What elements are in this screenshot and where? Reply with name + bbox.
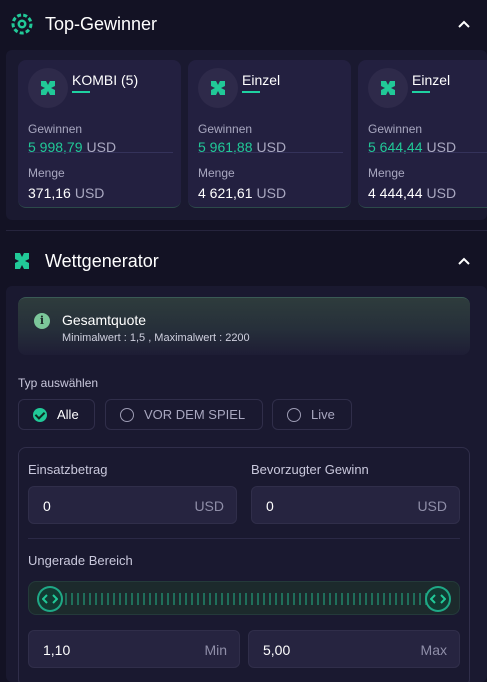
stake-currency: USD <box>426 185 457 201</box>
arrows-left-right-icon <box>430 594 446 604</box>
type-select-label: Typ auswählen <box>18 376 99 390</box>
card-divider <box>198 152 343 153</box>
stake-input-unit: USD <box>194 498 224 514</box>
type-option-live[interactable]: Live <box>272 399 352 430</box>
stake-label: Menge <box>368 166 405 180</box>
chevron-up-icon[interactable] <box>457 17 471 31</box>
stake-field-label: Einsatzbetrag <box>28 462 108 477</box>
section-divider <box>6 230 487 231</box>
bet-generator-title: Wettgenerator <box>45 250 159 271</box>
win-label: Gewinnen <box>368 122 423 136</box>
stake-currency: USD <box>74 185 105 201</box>
bet-logo-icon <box>198 68 238 108</box>
stake-label: Menge <box>28 166 65 180</box>
slider-handle-min[interactable] <box>37 586 63 612</box>
slider-track <box>59 593 429 605</box>
total-odds-range: Minimalwert : 1,5 , Maximalwert : 2200 <box>62 332 250 344</box>
winner-bet-type: Einzel <box>412 72 451 88</box>
radio-icon <box>287 407 301 422</box>
type-option-label: Live <box>311 407 335 422</box>
generator-logo-icon <box>15 253 29 269</box>
winner-card[interactable]: Einzel Gewinnen 5 644,44 USD Menge 4 444,… <box>358 60 487 208</box>
win-label: Gewinnen <box>198 122 253 136</box>
radio-icon <box>120 407 134 422</box>
chevron-up-icon[interactable] <box>457 254 471 268</box>
stake-label: Menge <box>198 166 235 180</box>
odd-range-label: Ungerade Bereich <box>28 553 133 568</box>
info-icon: i <box>34 313 50 329</box>
min-odds-unit: Min <box>204 642 227 658</box>
stake-input-value: 0 <box>43 498 51 514</box>
type-option-label: Alle <box>57 407 79 422</box>
stake-value: 371,16 USD <box>28 185 104 201</box>
total-odds-title: Gesamtquote <box>62 312 147 328</box>
page: Top-Gewinner KOMBI (5) Gewinnen 5 998,79… <box>0 0 487 682</box>
stake-amount: 4 621,61 <box>198 185 253 201</box>
trophy-gear-icon <box>11 13 33 35</box>
card-divider <box>368 152 487 153</box>
stake-value: 4 444,44 USD <box>368 185 456 201</box>
winner-bet-type: Einzel <box>242 72 281 88</box>
max-odds-input[interactable]: 5,00 Max <box>248 630 460 668</box>
type-option-all[interactable]: Alle <box>18 399 95 430</box>
winner-card[interactable]: KOMBI (5) Gewinnen 5 998,79 USD Menge 371… <box>18 60 181 208</box>
total-odds-info: i Gesamtquote Minimalwert : 1,5 , Maxima… <box>18 297 470 355</box>
stake-input[interactable]: 0 USD <box>28 486 237 524</box>
bet-generator-header[interactable]: Wettgenerator <box>0 237 487 285</box>
min-odds-input[interactable]: 1,10 Min <box>28 630 240 668</box>
stake-currency: USD <box>256 185 287 201</box>
win-label: Gewinnen <box>28 122 83 136</box>
arrows-left-right-icon <box>42 594 58 604</box>
bet-logo-icon <box>368 68 408 108</box>
max-odds-unit: Max <box>420 642 447 658</box>
max-odds-value: 5,00 <box>263 642 291 658</box>
type-option-prematch[interactable]: VOR DEM SPIEL <box>105 399 263 430</box>
top-winners-title: Top-Gewinner <box>45 13 158 34</box>
odd-range-slider[interactable] <box>28 581 460 615</box>
preferred-win-unit: USD <box>417 498 447 514</box>
type-option-label: VOR DEM SPIEL <box>144 407 246 422</box>
card-divider <box>28 152 173 153</box>
winner-card[interactable]: Einzel Gewinnen 5 961,88 USD Menge 4 621,… <box>188 60 351 208</box>
form-divider <box>28 538 460 539</box>
preferred-win-value: 0 <box>266 498 274 514</box>
bet-logo-icon <box>28 68 68 108</box>
top-winners-list: KOMBI (5) Gewinnen 5 998,79 USD Menge 371… <box>6 50 487 220</box>
stake-amount: 371,16 <box>28 185 71 201</box>
top-winners-header[interactable]: Top-Gewinner <box>0 0 487 48</box>
stake-amount: 4 444,44 <box>368 185 423 201</box>
accent-underline <box>242 91 260 93</box>
winner-bet-type: KOMBI (5) <box>72 72 139 88</box>
slider-handle-max[interactable] <box>425 586 451 612</box>
accent-underline <box>412 91 430 93</box>
min-odds-value: 1,10 <box>43 642 71 658</box>
preferred-win-input[interactable]: 0 USD <box>251 486 460 524</box>
accent-underline <box>72 91 90 93</box>
stake-value: 4 621,61 USD <box>198 185 286 201</box>
radio-checked-icon <box>33 407 47 422</box>
preferred-win-label: Bevorzugter Gewinn <box>251 462 369 477</box>
